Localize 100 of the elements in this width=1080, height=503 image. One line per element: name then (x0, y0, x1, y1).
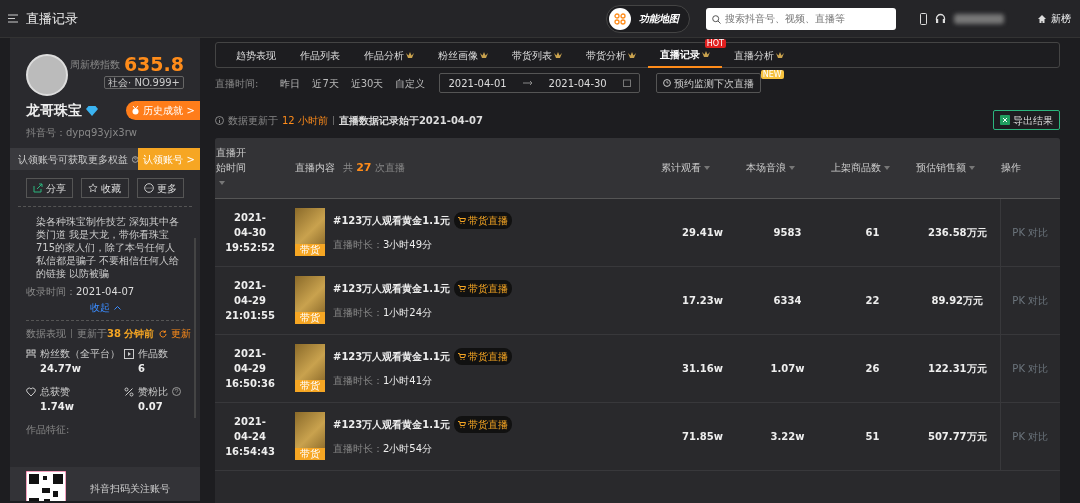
clock-icon (662, 79, 671, 87)
table-cell: 507.77万元 (927, 430, 987, 442)
refresh-button[interactable]: 更新 (158, 325, 193, 342)
tab[interactable]: 趋势表现 (224, 42, 288, 68)
column-header[interactable]: 本场音浪 (746, 162, 786, 174)
tab[interactable]: 作品分析 (352, 42, 426, 68)
duration-value: 1小时41分 (383, 375, 433, 386)
qr-caption: 抖音扫码关注账号 (90, 482, 170, 496)
rank-label: 社会· NO.999+ (104, 75, 184, 89)
table-cell: 1.07w (770, 362, 805, 374)
info-icon (215, 115, 224, 125)
account-label: 抖音号： (26, 127, 66, 138)
date-filter-option[interactable]: 昨日 (274, 75, 307, 91)
sort-caret-icon[interactable] (884, 166, 890, 171)
share-icon (33, 183, 44, 193)
spreadsheet-icon (1000, 115, 1010, 125)
bio-text: 染各种珠宝制作技艺 深知其中各类门道 我是大龙，带你看珠宝 715的家人们，除了本号任何人私信都是骗子 不要相信任何人给的链接 以防被骗 (35, 215, 181, 280)
live-tag: 带货直播 (453, 416, 512, 433)
headset-icon[interactable] (935, 13, 946, 24)
avatar-placeholder (26, 54, 68, 96)
column-header[interactable]: 上架商品数 (831, 162, 881, 174)
help-icon[interactable] (172, 387, 181, 396)
schedule-monitor-button[interactable]: 预约监测下次直播 (655, 73, 761, 93)
live-count: 共 27 次直播 (343, 161, 405, 173)
column-header[interactable]: 直播内容 (295, 161, 335, 173)
arrow-icon (522, 80, 533, 86)
claim-hint: 认领账号可获取更多权益 (18, 152, 128, 167)
duration-label: 直播时长： (333, 375, 383, 386)
star-icon (88, 183, 99, 193)
sort-caret-icon[interactable] (789, 166, 795, 171)
menu-icon[interactable] (8, 14, 18, 23)
thumbnail-tag: 带货 (295, 312, 325, 324)
qr-code-icon (26, 471, 66, 501)
date-filter-option[interactable]: 近7天 (306, 75, 345, 91)
duration-label: 直播时长： (333, 307, 383, 318)
table-cell: 29.41w (682, 226, 723, 238)
account-id: dypq93yjx3rw (66, 127, 137, 138)
column-header[interactable]: 操作 (1001, 162, 1021, 174)
thumbnail-tag: 带货 (295, 448, 325, 460)
update-note: 数据更新于 (228, 113, 278, 128)
duration-value: 1小时24分 (383, 307, 433, 318)
live-title[interactable]: #123万人观看黄金1.1元 (333, 281, 450, 296)
export-button[interactable]: 导出结果 (993, 110, 1060, 130)
grid-icon (614, 12, 626, 25)
crown-icon (480, 51, 488, 59)
live-tag: 带货直播 (453, 212, 512, 229)
index-label: 周新榜指数 (69, 57, 120, 72)
sort-caret-icon[interactable] (704, 166, 710, 171)
collapse-link[interactable]: 收起 (88, 299, 122, 316)
favorite-button[interactable]: 收藏 (81, 178, 129, 198)
search-field[interactable]: 搜索抖音号、视频、直播等 (706, 7, 896, 30)
sort-caret-icon[interactable] (219, 181, 225, 186)
home-icon (1037, 13, 1047, 24)
stat-value: 6 (137, 362, 146, 376)
table-cell: 122.31万元 (927, 362, 987, 374)
refresh-icon (159, 329, 168, 338)
stat-value: 24.77w (39, 362, 82, 376)
filter-label: 直播时间: (215, 76, 259, 91)
cart-icon (457, 353, 466, 360)
crown-icon (702, 50, 710, 58)
tab[interactable]: 带货分析 (574, 42, 648, 68)
updated-time: 38 分钟前 (107, 327, 155, 341)
live-title[interactable]: #123万人观看黄金1.1元 (333, 213, 450, 228)
data-section-label: 数据表现 (26, 327, 66, 341)
start-time: 2021-04-24 16:54:43 (224, 414, 276, 459)
stat-value: 1.74w (39, 400, 75, 414)
new-list-link[interactable]: 新榜 (1036, 10, 1072, 27)
table-cell: 6334 (773, 294, 802, 306)
more-button[interactable]: 更多 (136, 178, 184, 198)
new-badge: NEW (760, 70, 784, 79)
cart-icon (457, 421, 466, 428)
tab[interactable]: 带货列表 (500, 42, 574, 68)
table-cell: 61 (865, 226, 880, 238)
sort-caret-icon[interactable] (969, 166, 975, 171)
stat-label: 总获赞 (40, 385, 70, 399)
date-range-field[interactable]: 2021-04-01 2021-04-30 (439, 73, 640, 93)
phone-icon[interactable] (920, 12, 927, 25)
percent-icon (124, 386, 134, 397)
live-title[interactable]: #123万人观看黄金1.1元 (333, 349, 450, 364)
tab[interactable]: 作品列表 (288, 42, 352, 68)
chevron-up-icon (113, 305, 121, 310)
stat-label: 作品数 (138, 347, 168, 361)
start-time: 2021-04-29 16:50:36 (224, 346, 276, 391)
collected-label: 收录时间： (26, 286, 76, 297)
search-icon (712, 14, 721, 24)
date-filter-option[interactable]: 近30天 (344, 75, 390, 91)
share-button[interactable]: 分享 (26, 178, 74, 198)
column-header[interactable]: 累计观看 (661, 162, 701, 174)
live-tag: 带货直播 (453, 280, 512, 297)
date-filter-option[interactable]: 自定义 (389, 75, 432, 91)
column-header[interactable]: 预估销售额 (916, 162, 966, 174)
updated-label: 更新于 (77, 327, 107, 341)
more-icon (143, 183, 154, 193)
tab[interactable]: 粉丝画像 (426, 42, 500, 68)
help-icon[interactable] (132, 154, 139, 164)
index-value: 635.8 (123, 54, 184, 75)
feature-map-button[interactable]: 功能地图 (606, 4, 690, 33)
crown-icon (554, 51, 562, 59)
live-title[interactable]: #123万人观看黄金1.1元 (333, 417, 450, 432)
calendar-icon (622, 79, 631, 87)
